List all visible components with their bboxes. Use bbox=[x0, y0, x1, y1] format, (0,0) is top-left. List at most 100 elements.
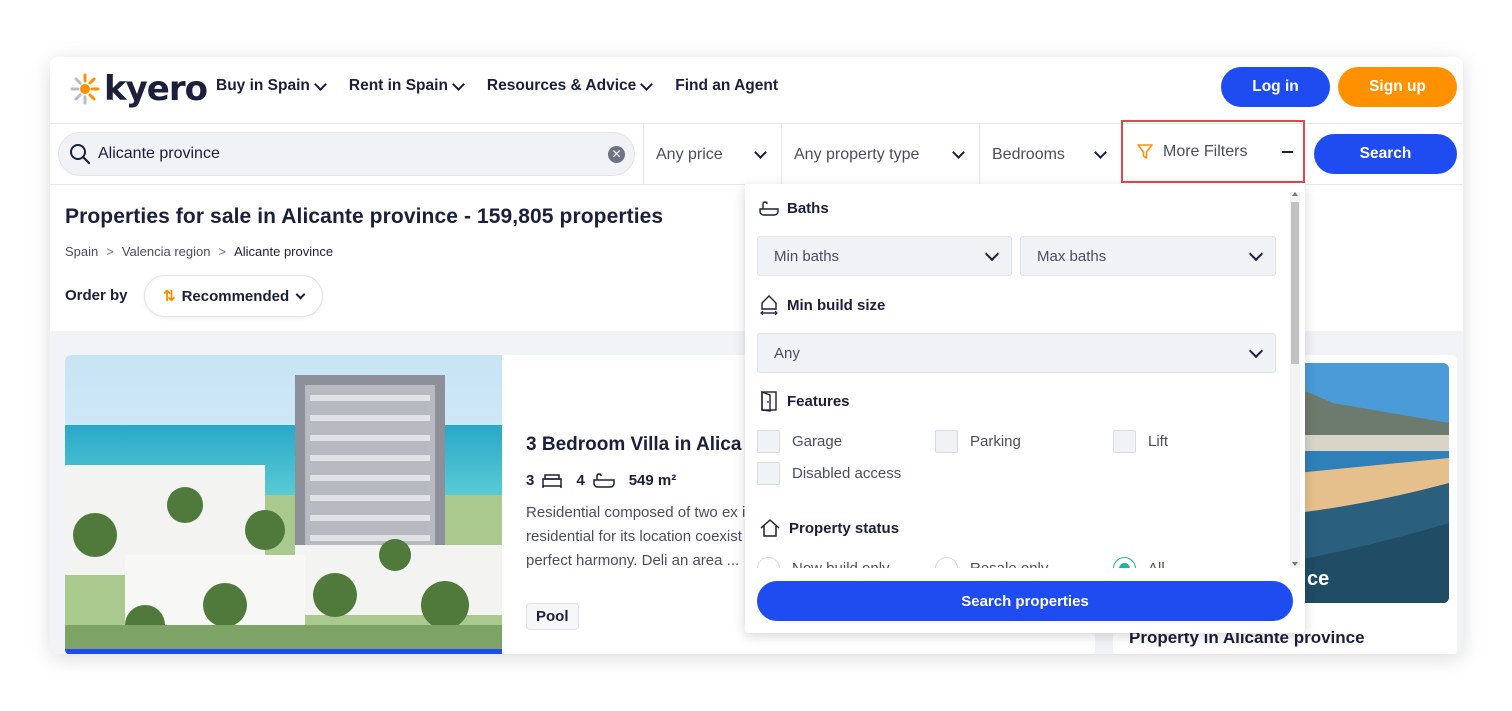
chevron-down-icon bbox=[984, 246, 1000, 261]
nav-label: Find an Agent bbox=[675, 77, 778, 94]
bathtub-icon bbox=[759, 200, 779, 216]
property-type-filter[interactable]: Any property type bbox=[781, 124, 979, 185]
page-title: Properties for sale in Alicante province… bbox=[65, 205, 664, 228]
order-by-value: Recommended bbox=[181, 287, 290, 305]
kyero-logo[interactable]: kyero bbox=[68, 69, 208, 109]
build-size-title-text: Min build size bbox=[787, 296, 886, 314]
checkbox-box[interactable] bbox=[935, 430, 958, 453]
chevron-down-icon bbox=[295, 289, 306, 299]
bedrooms-filter[interactable]: Bedrooms bbox=[979, 124, 1121, 185]
min-build-size-value: Any bbox=[774, 344, 800, 362]
baths-title-text: Baths bbox=[787, 200, 829, 217]
max-baths-select[interactable]: Max baths bbox=[1020, 236, 1276, 276]
checkbox-box[interactable] bbox=[757, 430, 780, 453]
radio-circle[interactable] bbox=[757, 557, 780, 568]
funnel-icon bbox=[1137, 143, 1153, 159]
breadcrumb-valencia[interactable]: Valencia region bbox=[122, 244, 211, 259]
chevron-down-icon bbox=[1094, 146, 1107, 159]
order-by-label: Order by bbox=[65, 287, 128, 304]
build-size-section-title: Min build size bbox=[759, 294, 885, 316]
bed-count: 3 bbox=[526, 472, 535, 489]
radio-circle-selected[interactable] bbox=[1113, 557, 1136, 568]
card-accent-bar bbox=[65, 649, 502, 654]
search-icon bbox=[70, 144, 91, 165]
price-filter-label: Any price bbox=[656, 145, 723, 163]
chevron-down-icon bbox=[952, 146, 965, 159]
main-nav: Buy in Spain Rent in Spain Resources & A… bbox=[216, 77, 778, 95]
nav-rent-in-spain[interactable]: Rent in Spain bbox=[348, 77, 465, 95]
baths-section-title: Baths bbox=[759, 200, 829, 217]
search-properties-button[interactable]: Search properties bbox=[757, 581, 1293, 621]
clear-search-icon[interactable]: ✕ bbox=[608, 146, 625, 163]
status-new-build-radio[interactable]: New build only bbox=[757, 557, 890, 568]
feature-label: Lift bbox=[1148, 433, 1169, 450]
chevron-down-icon bbox=[1248, 343, 1264, 358]
nav-label: Resources & Advice bbox=[486, 77, 637, 94]
nav-find-an-agent[interactable]: Find an Agent bbox=[675, 77, 778, 95]
breadcrumb-spain[interactable]: Spain bbox=[65, 244, 98, 259]
price-filter[interactable]: Any price bbox=[643, 124, 781, 185]
chevron-down-icon bbox=[1248, 246, 1264, 261]
status-resale-radio[interactable]: Resale only bbox=[935, 557, 1048, 568]
breadcrumb-separator: > bbox=[218, 244, 227, 259]
logo-text: kyero bbox=[104, 69, 208, 109]
panel-scrollbar[interactable] bbox=[1290, 192, 1300, 568]
nav-label: Buy in Spain bbox=[216, 77, 310, 94]
nav-label: Rent in Spain bbox=[348, 77, 448, 94]
nav-buy-in-spain[interactable]: Buy in Spain bbox=[216, 77, 327, 95]
status-label: All bbox=[1148, 560, 1165, 568]
location-search-input[interactable] bbox=[98, 141, 598, 167]
search-bar: ✕ Any price Any property type Bedrooms M… bbox=[50, 120, 1463, 185]
login-button[interactable]: Log in bbox=[1221, 67, 1330, 107]
photo-overlay-text: ce bbox=[1307, 568, 1330, 590]
feature-tag: Pool bbox=[526, 603, 579, 630]
browser-frame: kyero Buy in Spain Rent in Spain Resourc… bbox=[50, 57, 1463, 654]
filters-scroll-area[interactable]: Baths Min baths Max baths Min build size… bbox=[745, 184, 1290, 568]
scrollbar-thumb[interactable] bbox=[1291, 202, 1299, 364]
feature-lift-checkbox[interactable]: Lift bbox=[1113, 430, 1168, 453]
more-filters-label: More Filters bbox=[1163, 142, 1248, 160]
bath-icon bbox=[592, 472, 615, 488]
chevron-down-icon bbox=[452, 77, 465, 91]
location-search-box[interactable]: ✕ bbox=[58, 132, 635, 176]
checkbox-box[interactable] bbox=[757, 462, 780, 485]
chevron-down-icon bbox=[640, 77, 654, 91]
search-button[interactable]: Search bbox=[1314, 134, 1457, 174]
property-photo[interactable] bbox=[65, 355, 502, 654]
more-filters-toggle[interactable]: More Filters bbox=[1121, 120, 1305, 183]
collapse-minus-icon bbox=[1282, 151, 1293, 153]
bedrooms-label: Bedrooms bbox=[992, 145, 1065, 163]
feature-disabled-access-checkbox[interactable]: Disabled access bbox=[757, 462, 901, 485]
feature-label: Parking bbox=[970, 433, 1021, 450]
scroll-down-arrow-icon[interactable] bbox=[1292, 562, 1298, 566]
door-icon bbox=[761, 390, 777, 412]
chevron-down-icon bbox=[314, 77, 327, 91]
checkbox-box[interactable] bbox=[1113, 430, 1136, 453]
property-stats: 3 4 549 m² bbox=[526, 472, 676, 489]
signup-button[interactable]: Sign up bbox=[1338, 67, 1457, 107]
feature-garage-checkbox[interactable]: Garage bbox=[757, 430, 842, 453]
feature-label: Garage bbox=[792, 433, 843, 450]
breadcrumb-alicante: Alicante province bbox=[234, 244, 334, 259]
area-value: 549 m² bbox=[628, 472, 677, 489]
nav-resources-advice[interactable]: Resources & Advice bbox=[486, 77, 654, 95]
min-baths-value: Min baths bbox=[774, 247, 840, 265]
bath-count: 4 bbox=[576, 472, 585, 489]
sort-arrows-icon: ⇅ bbox=[163, 288, 176, 305]
feature-label: Disabled access bbox=[792, 465, 902, 482]
radio-circle[interactable] bbox=[935, 557, 958, 568]
scroll-up-arrow-icon[interactable] bbox=[1292, 192, 1298, 196]
features-section-title: Features bbox=[759, 390, 850, 412]
bed-icon bbox=[542, 473, 563, 488]
property-status-section-title: Property status bbox=[759, 518, 899, 538]
status-all-radio[interactable]: All bbox=[1113, 557, 1165, 568]
property-status-title-text: Property status bbox=[789, 519, 900, 537]
max-baths-value: Max baths bbox=[1037, 247, 1107, 265]
property-type-label: Any property type bbox=[794, 145, 920, 163]
site-header: kyero Buy in Spain Rent in Spain Resourc… bbox=[50, 57, 1463, 124]
feature-parking-checkbox[interactable]: Parking bbox=[935, 430, 1021, 453]
order-by-select[interactable]: ⇅ Recommended bbox=[144, 275, 323, 317]
min-build-size-select[interactable]: Any bbox=[757, 333, 1276, 373]
property-title[interactable]: 3 Bedroom Villa in Alica bbox=[526, 434, 741, 456]
min-baths-select[interactable]: Min baths bbox=[757, 236, 1012, 276]
